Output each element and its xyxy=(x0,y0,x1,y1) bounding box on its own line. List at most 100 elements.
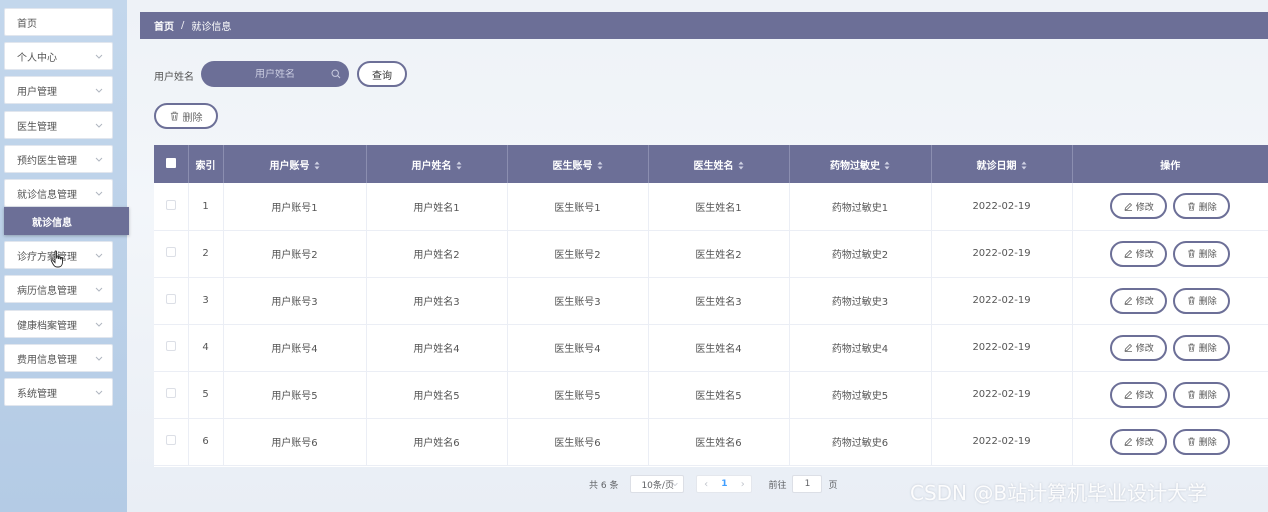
delete-button[interactable]: 删除 xyxy=(1173,193,1231,220)
query-button[interactable]: 查询 xyxy=(357,61,407,87)
row-select-cell[interactable] xyxy=(154,418,189,466)
trash-icon xyxy=(1187,437,1195,446)
user-name-cell: 用户姓名4 xyxy=(366,324,508,372)
select-all-cell[interactable] xyxy=(154,145,189,183)
actions-cell: 修改 删除 xyxy=(1072,371,1268,419)
table-row[interactable]: 5 用户账号5 用户姓名5 医生账号5 医生姓名5 药物过敏史5 2022-02-19 修改删… xyxy=(154,371,1268,419)
sidebar-item-label: 个人中心 xyxy=(17,52,57,64)
search-field[interactable] xyxy=(201,61,349,87)
goto-suffix: 页 xyxy=(828,480,838,491)
next-page-button[interactable]: › xyxy=(741,479,745,490)
edit-button[interactable]: 修改 xyxy=(1110,240,1168,267)
edit-icon xyxy=(1124,390,1132,399)
sort-icon[interactable] xyxy=(456,161,462,170)
data-table: 索引 用户账号 用户姓名 医生账号 医生姓名 药物过敏史 就诊日期 操作 1 用户… xyxy=(154,145,1268,467)
sidebar-item-doctor-management[interactable]: 医生管理 xyxy=(4,111,113,139)
row-checkbox[interactable] xyxy=(165,199,176,210)
sort-icon[interactable] xyxy=(1021,161,1027,170)
column-header-doctor-account[interactable]: 医生账号 xyxy=(507,145,649,183)
sidebar-item-home[interactable]: 首页 xyxy=(4,8,113,36)
row-checkbox[interactable] xyxy=(165,294,176,304)
user-account-cell: 用户账号3 xyxy=(223,277,367,325)
row-select-cell[interactable] xyxy=(154,230,189,278)
table-row[interactable]: 3 用户账号3 用户姓名3 医生账号3 医生姓名3 药物过敏史3 2022-02-19 修改删… xyxy=(154,277,1268,325)
column-header-actions: 操作 xyxy=(1072,145,1268,183)
table-row[interactable]: 4 用户账号4 用户姓名4 医生账号4 医生姓名4 药物过敏史4 2022-02-19 修改删… xyxy=(154,324,1268,372)
delete-button[interactable]: 删除 xyxy=(1173,428,1231,455)
row-select-cell[interactable] xyxy=(154,277,189,325)
row-checkbox[interactable] xyxy=(165,247,176,257)
edit-button[interactable]: 修改 xyxy=(1110,334,1168,361)
breadcrumb-separator: / xyxy=(181,20,185,31)
column-header-doctor-name[interactable]: 医生姓名 xyxy=(648,145,790,183)
page-number-current[interactable]: 1 xyxy=(721,479,727,489)
actions-cell: 修改 删除 xyxy=(1072,183,1268,231)
bulk-delete-button[interactable]: 删除 xyxy=(154,103,218,129)
sort-icon[interactable] xyxy=(738,161,744,170)
row-checkbox[interactable] xyxy=(165,388,176,398)
table-row[interactable]: 1 用户账号1 用户姓名1 医生账号1 医生姓名1 药物过敏史1 2022-02-19 修改删… xyxy=(154,183,1268,231)
doctor-account-cell: 医生账号5 xyxy=(507,371,649,419)
index-cell: 1 xyxy=(188,183,224,231)
sidebar-item-personal-center[interactable]: 个人中心 xyxy=(4,42,113,70)
search-icon xyxy=(331,69,341,79)
sidebar-item-visit-management[interactable]: 就诊信息管理 xyxy=(4,179,113,207)
index-cell: 2 xyxy=(188,230,224,278)
column-header-allergy[interactable]: 药物过敏史 xyxy=(789,145,932,183)
sidebar-item-label: 用户管理 xyxy=(17,86,57,98)
doctor-account-cell: 医生账号1 xyxy=(507,183,649,231)
delete-button[interactable]: 删除 xyxy=(1173,240,1231,267)
row-checkbox[interactable] xyxy=(165,435,176,445)
sidebar-item-label: 费用信息管理 xyxy=(17,354,77,366)
sidebar-item-fee-management[interactable]: 费用信息管理 xyxy=(4,344,113,372)
page-size-select[interactable]: 10条/页 xyxy=(630,475,685,493)
breadcrumb: 首页 / 就诊信息 xyxy=(140,12,1268,39)
sort-icon[interactable] xyxy=(884,161,890,170)
delete-button[interactable]: 删除 xyxy=(1173,381,1231,408)
sidebar-item-user-management[interactable]: 用户管理 xyxy=(4,76,113,104)
row-select-cell[interactable] xyxy=(154,183,189,231)
sidebar-item-label: 首页 xyxy=(17,18,37,30)
row-checkbox[interactable] xyxy=(165,341,176,351)
edit-button[interactable]: 修改 xyxy=(1110,287,1168,314)
trash-icon xyxy=(1187,249,1195,258)
edit-button[interactable]: 修改 xyxy=(1110,381,1168,408)
column-header-visit-date[interactable]: 就诊日期 xyxy=(931,145,1073,183)
sidebar-item-system-management[interactable]: 系统管理 xyxy=(4,378,113,406)
row-select-cell[interactable] xyxy=(154,371,189,419)
prev-page-button[interactable]: ‹ xyxy=(704,479,708,490)
table-row[interactable]: 6 用户账号6 用户姓名6 医生账号6 医生姓名6 药物过敏史6 2022-02-19 修改删… xyxy=(154,418,1268,466)
actions-cell: 修改 删除 xyxy=(1072,418,1268,466)
table-row[interactable]: 2 用户账号2 用户姓名2 医生账号2 医生姓名2 药物过敏史2 2022-02-19 修改删… xyxy=(154,230,1268,278)
delete-button[interactable]: 删除 xyxy=(1173,287,1231,314)
allergy-cell: 药物过敏史4 xyxy=(789,324,932,372)
breadcrumb-home-link[interactable]: 首页 xyxy=(154,18,174,33)
sidebar-item-appointment-management[interactable]: 预约医生管理 xyxy=(4,145,113,173)
sort-icon[interactable] xyxy=(314,161,320,170)
table-body: 1 用户账号1 用户姓名1 医生账号1 医生姓名1 药物过敏史1 2022-02-19 修改删… xyxy=(154,183,1268,466)
sidebar-item-label: 健康档案管理 xyxy=(17,320,77,332)
edit-button[interactable]: 修改 xyxy=(1110,428,1168,455)
visit-date-cell: 2022-02-19 xyxy=(931,371,1073,419)
search-input[interactable] xyxy=(220,68,330,80)
trash-icon xyxy=(1187,343,1195,352)
sidebar-item-medical-records[interactable]: 病历信息管理 xyxy=(4,275,113,303)
sort-icon[interactable] xyxy=(597,161,603,170)
table-header: 索引 用户账号 用户姓名 医生账号 医生姓名 药物过敏史 就诊日期 操作 xyxy=(154,145,1268,183)
sidebar-subitem-visit-info[interactable]: 就诊信息 xyxy=(4,207,129,235)
sidebar: 首页 个人中心 用户管理 医生管理 预约医生管理 就诊信息管理 就诊信息 诊疗方… xyxy=(0,0,129,512)
delete-button[interactable]: 删除 xyxy=(1173,334,1231,361)
goto-page-input[interactable] xyxy=(792,475,823,493)
column-header-user-account[interactable]: 用户账号 xyxy=(223,145,367,183)
sidebar-item-health-archive[interactable]: 健康档案管理 xyxy=(4,310,113,338)
doctor-name-cell: 医生姓名4 xyxy=(648,324,790,372)
user-name-cell: 用户姓名6 xyxy=(366,418,508,466)
chevron-down-icon xyxy=(95,88,103,93)
row-select-cell[interactable] xyxy=(154,324,189,372)
visit-date-cell: 2022-02-19 xyxy=(931,418,1073,466)
column-header-user-name[interactable]: 用户姓名 xyxy=(366,145,508,183)
edit-button[interactable]: 修改 xyxy=(1110,193,1168,220)
actions-cell: 修改 删除 xyxy=(1072,230,1268,278)
column-header-index: 索引 xyxy=(188,145,224,183)
select-all-checkbox[interactable] xyxy=(165,157,176,168)
